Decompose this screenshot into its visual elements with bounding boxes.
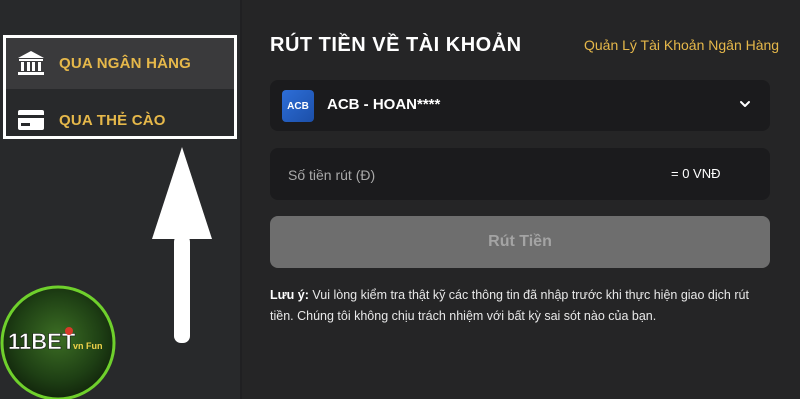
amount-field[interactable]: = 0 VNĐ <box>270 148 770 200</box>
bank-account-select[interactable]: ACB ACB - HOAN**** <box>270 80 770 131</box>
converted-amount: = 0 VNĐ <box>671 166 721 181</box>
sidebar-item-label: QUA THẺ CÀO <box>59 111 166 129</box>
withdraw-button[interactable]: Rút Tiền <box>270 216 770 268</box>
bank-logo: ACB <box>282 90 314 122</box>
logo-suffix: vn Fun <box>73 341 103 351</box>
manage-bank-accounts-link[interactable]: Quản Lý Tài Khoản Ngân Hàng <box>584 37 779 53</box>
arrow-up-icon <box>152 147 212 343</box>
divider <box>240 0 242 399</box>
selected-bank-account: ACB - HOAN**** <box>327 96 441 113</box>
sidebar-item-label: QUA NGÂN HÀNG <box>59 54 192 72</box>
brand-logo: 11BET vn Fun <box>0 285 116 399</box>
note-text: Vui lòng kiểm tra thật kỹ các thông tin … <box>270 288 749 323</box>
card-icon <box>15 104 47 136</box>
note: Lưu ý: Vui lòng kiểm tra thật kỹ các thô… <box>270 285 770 327</box>
sidebar-item-bank[interactable]: QUA NGÂN HÀNG <box>3 37 237 89</box>
amount-input[interactable] <box>286 162 650 188</box>
page-title: RÚT TIỀN VỀ TÀI KHOẢN <box>270 34 522 56</box>
bank-icon <box>15 47 47 79</box>
sidebar: QUA NGÂN HÀNG QUA THẺ CÀO 11BET vn Fun <box>0 0 240 399</box>
note-label: Lưu ý: <box>270 288 309 302</box>
chevron-down-icon <box>740 101 750 107</box>
sidebar-item-card[interactable]: QUA THẺ CÀO <box>3 94 237 146</box>
